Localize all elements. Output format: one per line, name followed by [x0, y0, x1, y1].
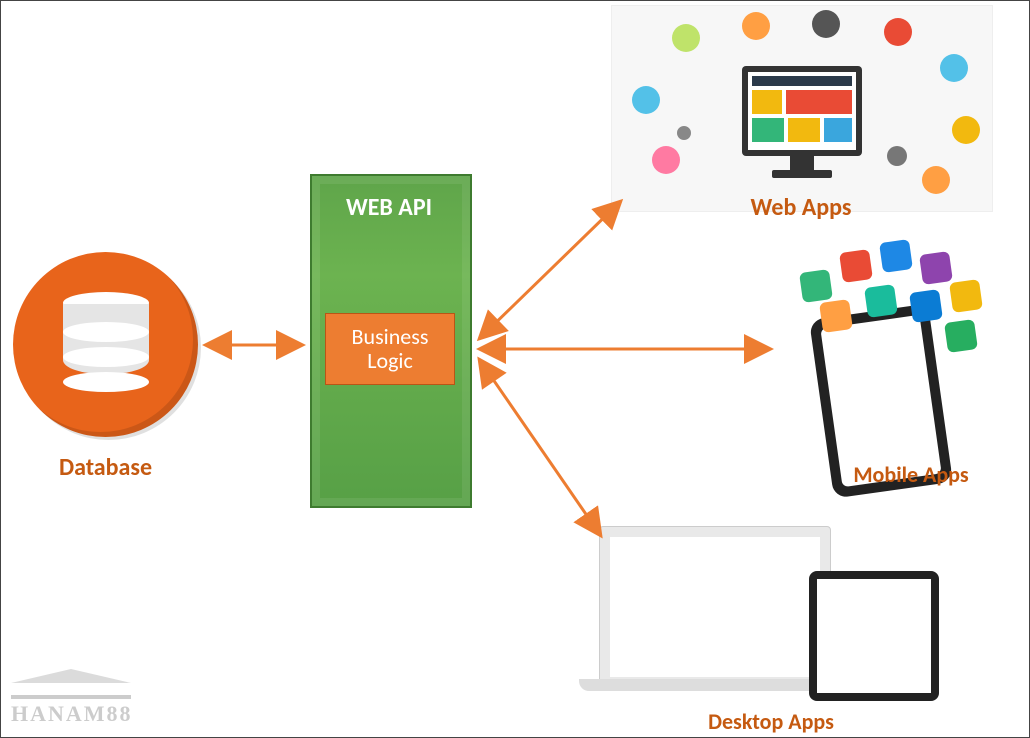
web-api-title: WEB API	[310, 193, 468, 222]
mail-icon	[672, 24, 700, 52]
watermark: HANAM88	[11, 681, 133, 727]
web-apps-node	[611, 5, 993, 212]
monitor-icon	[742, 66, 862, 156]
cart-icon	[742, 12, 770, 40]
app-icon	[944, 319, 978, 353]
mobile-apps-node	[771, 241, 991, 459]
business-logic-box: Business Logic	[325, 313, 455, 385]
tablet-icon	[809, 571, 939, 701]
app-icon	[949, 279, 983, 313]
image-icon	[884, 18, 912, 46]
business-logic-label: Business Logic	[352, 325, 429, 373]
database-node	[13, 252, 198, 437]
desktop-apps-node	[579, 511, 959, 711]
pin-icon	[677, 126, 691, 140]
cylinder-icon	[63, 292, 149, 374]
gear-icon	[632, 86, 660, 114]
app-icon	[819, 299, 853, 333]
database-icon	[13, 252, 198, 437]
picture-icon	[952, 116, 980, 144]
app-icon	[799, 269, 833, 303]
desktop-apps-label: Desktop Apps	[641, 708, 901, 735]
watermark-text: HANAM88	[11, 701, 133, 726]
wifi-icon	[887, 146, 907, 166]
web-apps-label: Web Apps	[701, 193, 901, 222]
heart-icon	[652, 146, 680, 174]
database-label: Database	[13, 453, 198, 482]
mobile-apps-label: Mobile Apps	[811, 461, 1011, 488]
users-icon	[812, 10, 840, 38]
app-icon	[919, 251, 953, 285]
app-icon	[864, 284, 898, 318]
diagram-canvas: { "nodes": { "database": { "label": "Dat…	[0, 0, 1030, 738]
laptop-icon	[599, 526, 831, 688]
satellite-icon	[940, 54, 968, 82]
app-icon	[839, 249, 873, 283]
arrow-api-desktop	[479, 359, 601, 536]
app-icon	[909, 289, 943, 323]
arrow-api-web	[479, 201, 621, 339]
app-icon	[879, 239, 913, 273]
shield-icon	[922, 166, 950, 194]
